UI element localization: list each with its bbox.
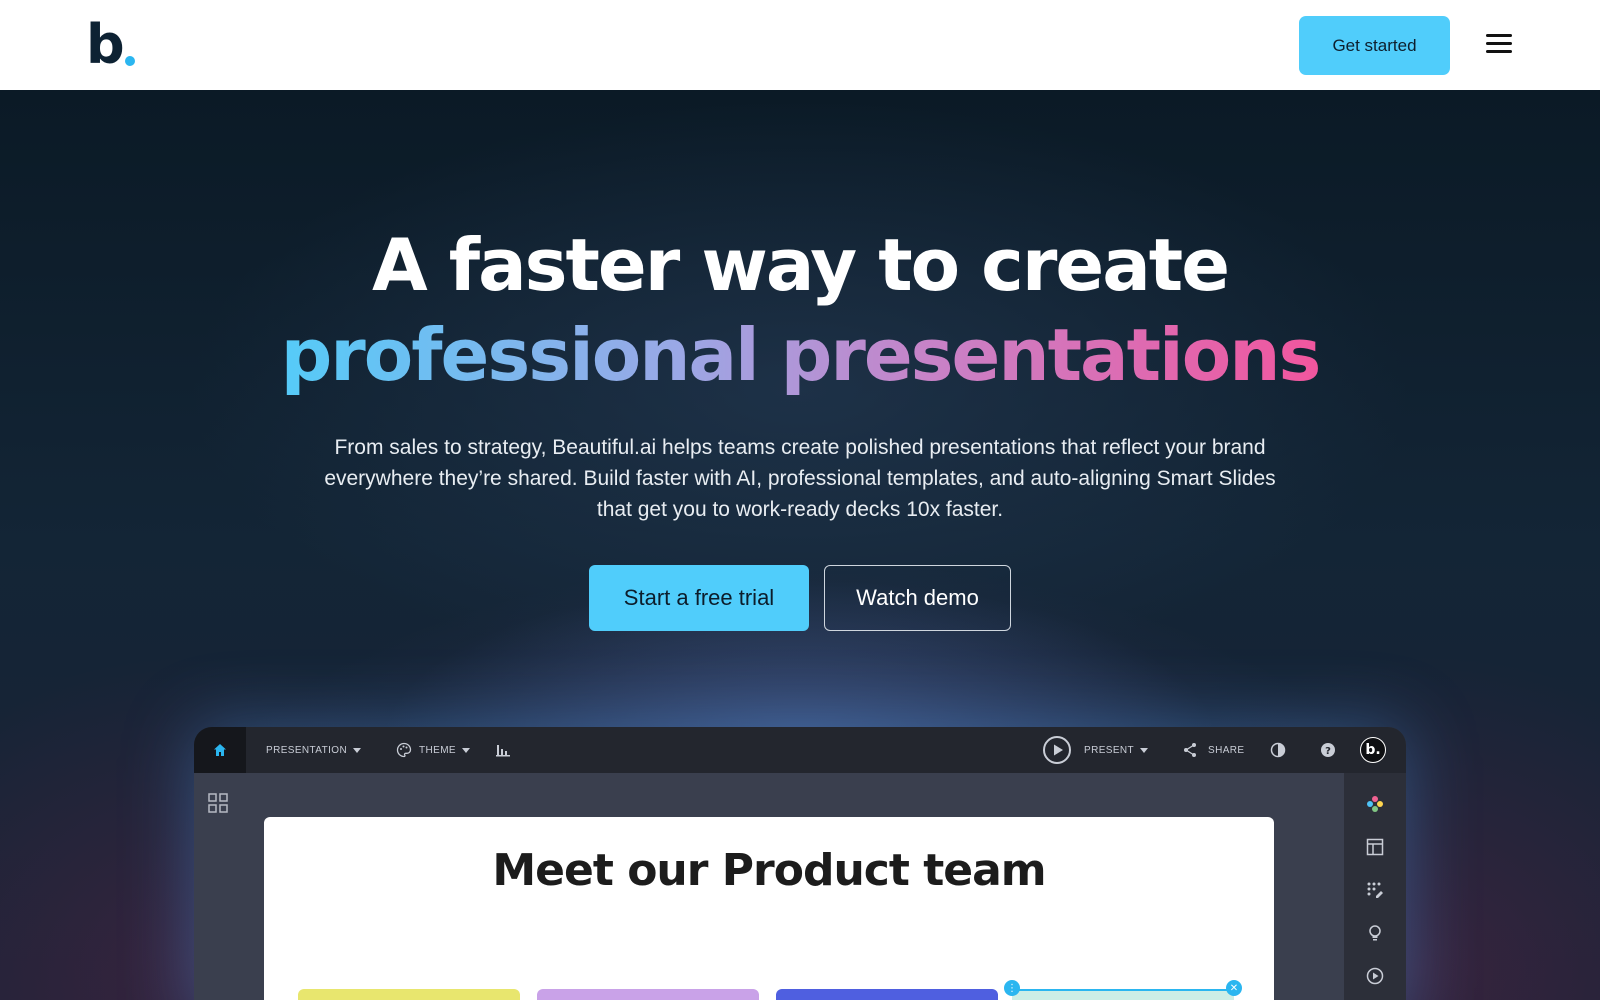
chevron-down-icon [1140,747,1149,753]
hero-section: A faster way to create professional pres… [0,90,1600,1000]
start-free-trial-button[interactable]: Start a free trial [589,565,809,631]
close-icon[interactable]: ✕ [1226,980,1242,996]
play-icon[interactable] [1364,965,1386,987]
hamburger-menu-icon[interactable] [1486,34,1512,54]
palette-dots-icon[interactable] [1364,793,1386,815]
logo-dot [124,56,135,66]
share-button[interactable]: SHARE [1182,727,1244,773]
slide-title[interactable]: Meet our Product team [264,845,1274,896]
right-panel [1344,773,1406,1000]
avatar[interactable]: b. [1360,737,1386,763]
top-nav: b Get started [0,0,1600,90]
hero-headline: A faster way to create professional pres… [0,220,1600,400]
app-mockup: PRESENTATION THEME PRESENT SHARE ? b. Me… [194,727,1406,1000]
palette-icon [396,742,412,758]
app-toolbar: PRESENTATION THEME PRESENT SHARE ? b. [194,727,1406,773]
presentation-label: PRESENTATION [266,744,348,756]
slide-canvas[interactable]: Meet our Product team ⋮ ✕ [264,817,1274,1000]
grid-edit-icon[interactable] [1364,879,1386,901]
lightbulb-icon[interactable] [1364,922,1386,944]
theme-label: THEME [419,744,456,756]
logo-letter: b [86,13,125,76]
chevron-down-icon [353,747,362,753]
left-panel [194,773,246,1000]
share-label: SHARE [1208,744,1245,756]
team-card[interactable] [537,989,759,1000]
theme-menu[interactable]: THEME [396,727,470,773]
home-icon[interactable] [194,727,246,773]
headline-line-2: professional presentations [281,310,1322,400]
analytics-icon[interactable] [492,739,514,761]
team-card-selected[interactable] [1012,989,1234,1000]
drag-handle-icon[interactable]: ⋮ [1004,980,1020,996]
layout-icon[interactable] [1364,836,1386,858]
chevron-down-icon [462,747,470,753]
team-card[interactable] [776,989,998,1000]
team-card[interactable] [298,989,520,1000]
headline-line-1: A faster way to create [371,223,1230,307]
hero-subtext: From sales to strategy, Beautiful.ai hel… [324,436,1276,521]
get-started-button[interactable]: Get started [1299,16,1450,75]
brand-logo[interactable]: b [86,13,135,76]
presentation-menu[interactable]: PRESENTATION [266,727,362,773]
share-icon [1184,743,1196,757]
present-menu[interactable]: PRESENT [1042,727,1149,773]
watch-demo-button[interactable]: Watch demo [824,565,1011,631]
help-icon[interactable]: ? [1317,739,1339,761]
grid-view-icon[interactable] [208,793,228,818]
present-label: PRESENT [1084,744,1135,756]
play-circle-icon [1043,736,1071,764]
contrast-icon[interactable] [1267,739,1289,761]
svg-text:?: ? [1325,746,1331,757]
